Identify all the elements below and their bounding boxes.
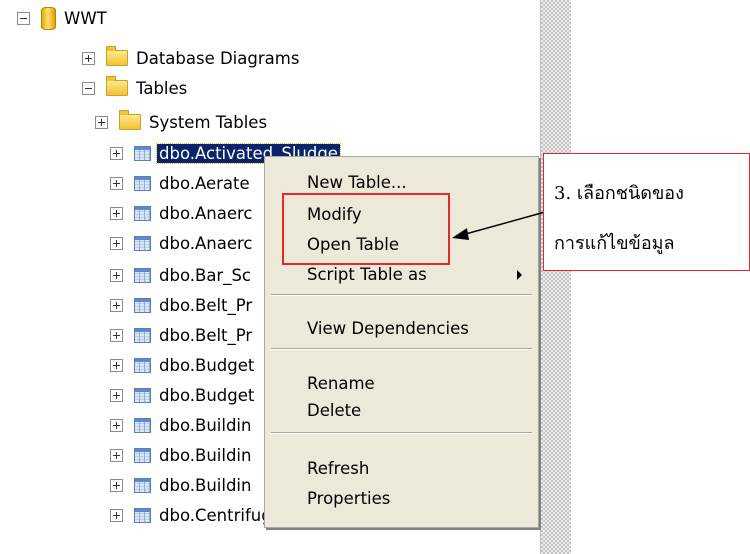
callout-line-1: 3. เลือกชนิดของ <box>554 183 684 204</box>
annotation-callout: 3. เลือกชนิดของ การแก้ไขข้อมูล <box>543 153 750 271</box>
annotation-arrow <box>452 211 546 240</box>
callout-line-2: การแก้ไขข้อมูล <box>554 233 675 254</box>
annotation-arrow-head <box>452 228 469 240</box>
annotation-arrow-line <box>461 211 546 236</box>
